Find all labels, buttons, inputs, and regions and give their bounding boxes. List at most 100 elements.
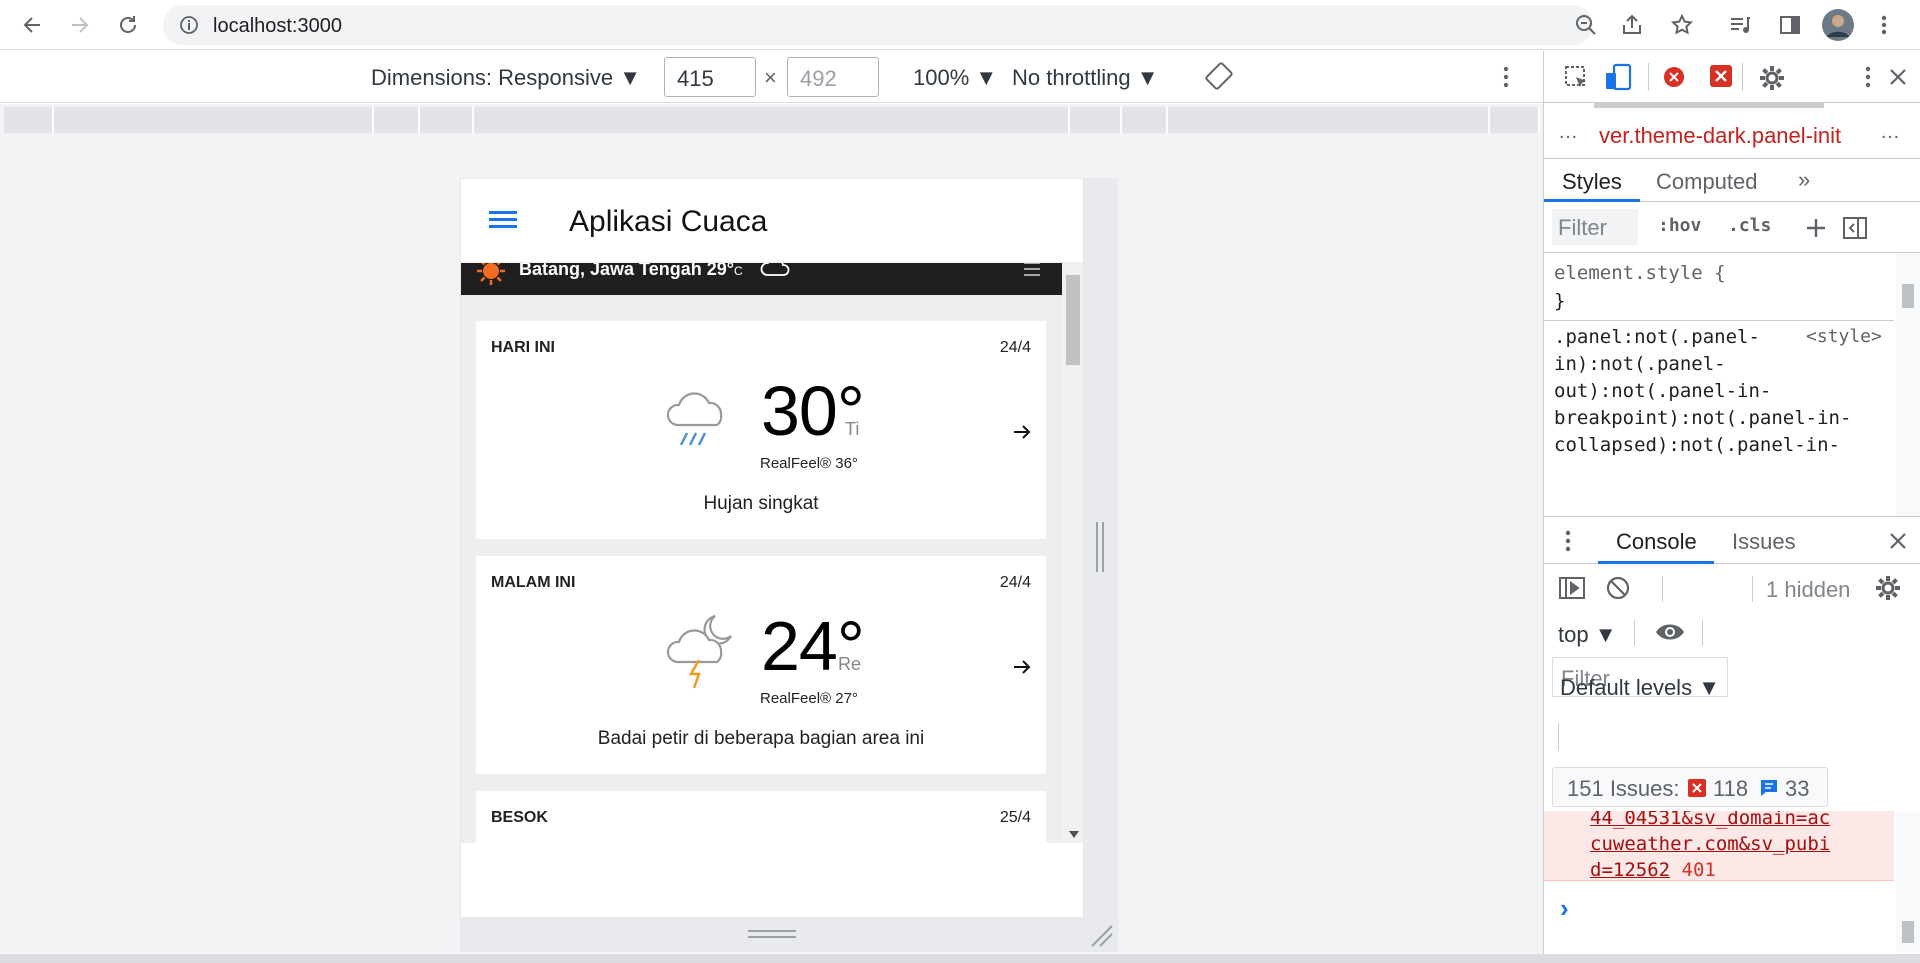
- tab-styles[interactable]: Styles: [1562, 169, 1622, 195]
- hidden-count[interactable]: 1 hidden: [1766, 577, 1850, 603]
- forecast-card-today[interactable]: HARI INI 24/4 30° Ti RealFeel® 36° Hujan…: [476, 321, 1046, 539]
- media-queue-icon: [1731, 17, 1750, 33]
- media-query-ruler[interactable]: [0, 104, 1543, 136]
- tab-console[interactable]: Console: [1616, 529, 1697, 555]
- console-prompt[interactable]: ›: [1560, 893, 1569, 924]
- height-input[interactable]: 492: [787, 57, 879, 97]
- console-scrollbar[interactable]: [1896, 811, 1920, 953]
- breadcrumb-item[interactable]: ver.theme-dark.panel-init: [1599, 123, 1841, 149]
- night-storm-icon: [666, 614, 732, 689]
- scroll-down-icon[interactable]: [1069, 831, 1079, 839]
- reload-icon: [120, 16, 136, 33]
- forecast-list[interactable]: HARI INI 24/4 30° Ti RealFeel® 36° Hujan…: [461, 295, 1062, 843]
- clear-console-icon[interactable]: [1606, 576, 1630, 600]
- forecast-card-tonight[interactable]: MALAM INI 24/4 24° Re RealFeel® 27° Bada…: [476, 556, 1046, 774]
- sidebar-toggle-icon[interactable]: [1558, 576, 1586, 600]
- dimensions-dropdown[interactable]: Dimensions: Responsive ▼: [371, 65, 641, 91]
- info-icon[interactable]: [179, 15, 199, 35]
- device-resize-bottom[interactable]: [460, 918, 1084, 952]
- styles-scrollbar[interactable]: [1896, 254, 1920, 516]
- hamburger-menu-button[interactable]: [489, 209, 519, 231]
- close-icon[interactable]: [1888, 531, 1908, 551]
- info-message-icon: [1761, 780, 1777, 796]
- app-header: Aplikasi Cuaca: [461, 179, 1083, 263]
- console-log: 44_04531&sv_domain=ac cuweather.com&sv_pu…: [1544, 811, 1894, 933]
- card-label: HARI INI: [491, 339, 555, 356]
- weather-description: Badai petir di beberapa bagian area ini: [597, 728, 925, 749]
- device-resize-side[interactable]: [1084, 178, 1118, 918]
- log-url[interactable]: 44_04531&sv_domain=ac cuweather.com&sv_pu…: [1590, 811, 1830, 883]
- eye-icon[interactable]: [1654, 620, 1686, 644]
- kebab-menu-icon[interactable]: [1564, 529, 1572, 553]
- forecast-card-tomorrow[interactable]: BESOK 25/4: [476, 791, 1046, 843]
- gear-icon[interactable]: [1874, 574, 1902, 602]
- rain-cloud-icon: [666, 392, 723, 446]
- reload-button[interactable]: [110, 7, 146, 43]
- chrome-menu-button[interactable]: [1866, 7, 1902, 43]
- card-label: BESOK: [491, 809, 548, 826]
- address-bar[interactable]: localhost:3000: [163, 5, 1593, 45]
- device-more-button[interactable]: [1502, 65, 1510, 89]
- styles-filter-input[interactable]: Filter: [1552, 209, 1638, 245]
- toggle-sidebar-icon[interactable]: [1842, 216, 1868, 240]
- weather-description: Hujan singkat: [703, 493, 819, 514]
- dom-breadcrumb[interactable]: … ver.theme-dark.panel-init …: [1544, 117, 1920, 153]
- inspect-icon[interactable]: [1564, 65, 1590, 91]
- kebab-menu-icon: [1503, 66, 1509, 88]
- forward-button[interactable]: [62, 7, 98, 43]
- app-scrollbar[interactable]: [1062, 263, 1083, 843]
- cloud-icon: [760, 263, 790, 276]
- cls-toggle[interactable]: .cls: [1728, 215, 1771, 236]
- kebab-menu-icon: [1881, 15, 1887, 35]
- zoom-out-icon: [1576, 15, 1596, 35]
- log-levels-dropdown[interactable]: Default levels ▼: [1560, 675, 1720, 701]
- plus-icon[interactable]: [1804, 217, 1828, 241]
- zoom-dropdown[interactable]: 100% ▼: [913, 65, 997, 91]
- hov-toggle[interactable]: :hov: [1658, 215, 1701, 236]
- rotate-icon: [1205, 62, 1233, 90]
- tab-issues[interactable]: Issues: [1732, 529, 1796, 555]
- media-button[interactable]: [1722, 7, 1758, 43]
- location-text: Batang, Jawa Tengah 29°C: [519, 263, 743, 279]
- device-toolbar: Dimensions: Responsive ▼ 415 × 492 100% …: [0, 51, 1543, 103]
- kebab-menu-icon[interactable]: [1864, 65, 1872, 89]
- devtools-panel: … ver.theme-dark.panel-init … Styles Com…: [1543, 51, 1920, 954]
- window-bottom-strip: [0, 954, 1920, 963]
- styles-filter-row: Filter :hov .cls: [1544, 203, 1920, 253]
- device-toggle-icon[interactable]: [1604, 63, 1634, 93]
- location-bar[interactable]: Batang, Jawa Tengah 29°C: [461, 263, 1062, 295]
- panel-scrollbar[interactable]: [1594, 103, 1824, 108]
- realfeel-text: RealFeel® 36°: [760, 455, 858, 472]
- tab-computed[interactable]: Computed: [1656, 169, 1758, 195]
- share-button[interactable]: [1614, 7, 1650, 43]
- side-panel-icon: [1780, 16, 1800, 34]
- scrollbar-thumb[interactable]: [1066, 275, 1080, 365]
- times-sign: ×: [764, 65, 777, 90]
- throttling-dropdown[interactable]: No throttling ▼: [1012, 65, 1159, 91]
- arrow-right-icon[interactable]: [1013, 660, 1031, 674]
- card-date: 25/4: [999, 809, 1031, 826]
- rotate-button[interactable]: [1204, 61, 1234, 91]
- tab-more[interactable]: »: [1798, 167, 1810, 193]
- rule-source-link[interactable]: <style>: [1806, 326, 1882, 347]
- side-panel-button[interactable]: [1772, 7, 1808, 43]
- close-icon[interactable]: [1888, 67, 1908, 87]
- context-selector[interactable]: top ▼: [1558, 622, 1616, 648]
- gear-icon[interactable]: [1758, 64, 1786, 92]
- context-row: top ▼: [1544, 612, 1920, 656]
- issues-counter[interactable]: 151 Issues: 118 33: [1552, 767, 1828, 807]
- error-circle-icon[interactable]: [1662, 65, 1686, 89]
- element-style-rule[interactable]: element.style {: [1554, 262, 1726, 284]
- card-date: 24/4: [999, 574, 1031, 591]
- profile-avatar[interactable]: [1820, 7, 1856, 43]
- arrow-right-icon[interactable]: [1013, 425, 1031, 439]
- error-square-icon[interactable]: [1708, 63, 1734, 89]
- app-title: Aplikasi Cuaca: [569, 205, 768, 238]
- log-status: 401: [1681, 859, 1716, 881]
- width-input[interactable]: 415: [664, 57, 756, 97]
- back-button[interactable]: [14, 7, 50, 43]
- bookmark-button[interactable]: [1664, 7, 1700, 43]
- menu-lines-icon[interactable]: [1023, 263, 1041, 277]
- device-resize-corner[interactable]: [1084, 918, 1118, 952]
- zoom-button[interactable]: [1568, 7, 1604, 43]
